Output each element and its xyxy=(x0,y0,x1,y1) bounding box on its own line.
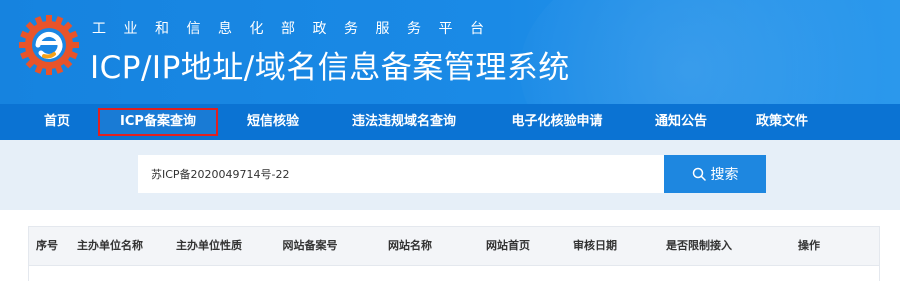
search-button[interactable]: 搜索 xyxy=(664,155,766,193)
col-header-sponsor-name: 主办单位名称 xyxy=(77,239,143,252)
nav-item-icp-query[interactable]: ICP备案查询 xyxy=(98,108,218,136)
nav-item-policy-docs[interactable]: 政策文件 xyxy=(753,108,811,136)
col-header-site-record-no: 网站备案号 xyxy=(282,239,338,252)
results-table: 序号 主办单位名称 主办单位性质 网站备案号 网站名称 网站首页 审核日期 是否… xyxy=(28,226,880,281)
search-button-label: 搜索 xyxy=(710,167,739,183)
nav-item-home[interactable]: 首页 xyxy=(40,108,74,136)
header-decoration xyxy=(520,0,900,104)
col-header-site-name: 网站名称 xyxy=(388,239,432,252)
miit-gear-e-logo-icon[interactable] xyxy=(18,14,80,76)
main-nav: 首页 ICP备案查询 短信核验 违法违规域名查询 电子化核验申请 通知公告 政策… xyxy=(0,104,900,140)
nav-item-sms-verify[interactable]: 短信核验 xyxy=(243,108,303,136)
col-header-review-date: 审核日期 xyxy=(573,239,617,252)
col-header-actions: 操作 xyxy=(798,239,820,252)
col-header-access-restricted: 是否限制接入 xyxy=(666,239,732,252)
table-header-row: 序号 主办单位名称 主办单位性质 网站备案号 网站名称 网站首页 审核日期 是否… xyxy=(29,227,879,266)
nav-item-illegal-domain-query[interactable]: 违法违规域名查询 xyxy=(346,108,462,136)
search-input[interactable] xyxy=(138,155,664,193)
site-header: 工业和信息化部政务服务平台 ICP/IP地址/域名信息备案管理系统 xyxy=(0,0,900,104)
nav-item-notices[interactable]: 通知公告 xyxy=(652,108,710,136)
search-band: 搜索 xyxy=(0,140,900,210)
col-header-index: 序号 xyxy=(36,239,58,252)
search-icon xyxy=(692,167,706,181)
col-header-sponsor-nature: 主办单位性质 xyxy=(176,239,242,252)
ministry-subtitle: 工业和信息化部政务服务平台 xyxy=(92,21,502,37)
col-header-site-home: 网站首页 xyxy=(486,239,530,252)
nav-item-electronic-verify-apply[interactable]: 电子化核验申请 xyxy=(507,108,607,136)
system-title: ICP/IP地址/域名信息备案管理系统 xyxy=(90,50,570,86)
